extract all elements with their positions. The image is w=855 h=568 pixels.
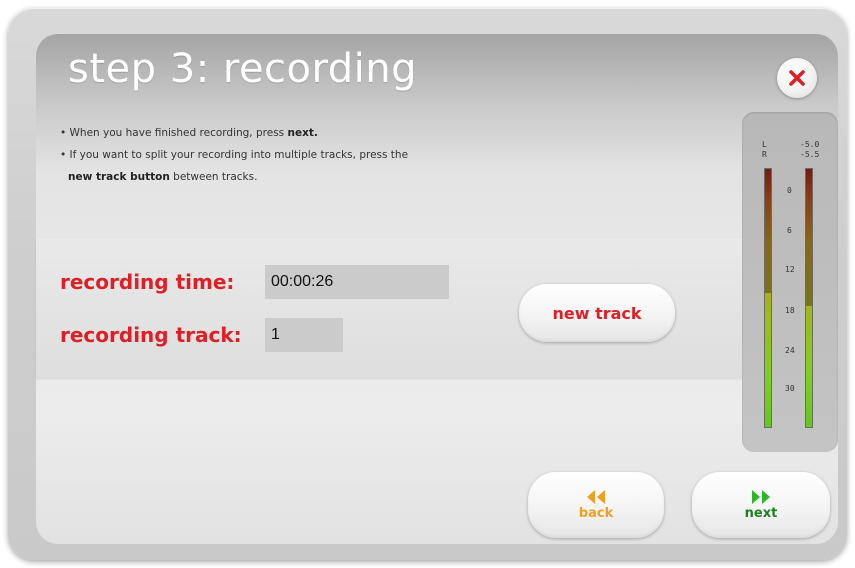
level-bar-left-unlit (765, 169, 771, 293)
recording-time-field: 00:00:26 (265, 265, 449, 299)
back-button[interactable]: back (528, 472, 664, 538)
close-button[interactable] (777, 58, 817, 98)
instruction-line-3: new track button between tracks. (68, 171, 258, 183)
level-bar-right-unlit (806, 169, 812, 306)
next-label: next (744, 506, 778, 521)
instructions: • When you have finished recording, pres… (60, 122, 620, 188)
meter-scale-label: 6 (787, 226, 792, 235)
next-button[interactable]: next (692, 472, 830, 538)
meter-peak-left: -5.0 (800, 140, 820, 149)
instruction-line-2: • If you want to split your recording in… (60, 149, 409, 161)
instruction-line-1: • When you have finished recording, pres… (60, 127, 318, 139)
level-meter-panel: L -5.0 R -5.5 0 6 12 18 24 30 (742, 112, 838, 452)
meter-scale-label: 24 (785, 346, 795, 355)
rewind-icon (587, 490, 605, 504)
meter-channel-left: L (762, 140, 767, 149)
meter-scale-label: 18 (785, 306, 795, 315)
level-bar-right (805, 168, 813, 428)
meter-channel-right: R (762, 150, 767, 159)
new-track-label: new track (552, 303, 642, 323)
meter-scale-label: 12 (785, 265, 795, 274)
level-bar-left (764, 168, 772, 428)
close-icon (789, 70, 805, 86)
meter-peak-right: -5.5 (800, 150, 820, 159)
recording-track-label: recording track: (60, 323, 242, 347)
recording-time-label: recording time: (60, 270, 235, 294)
meter-scale-label: 30 (785, 384, 795, 393)
dialog-title: step 3: recording (68, 46, 418, 92)
back-label: back (578, 506, 614, 521)
meter-scale-label: 0 (787, 186, 792, 195)
new-track-button[interactable]: new track (519, 284, 675, 342)
fast-forward-icon (752, 490, 770, 504)
recording-track-field: 1 (265, 318, 343, 352)
